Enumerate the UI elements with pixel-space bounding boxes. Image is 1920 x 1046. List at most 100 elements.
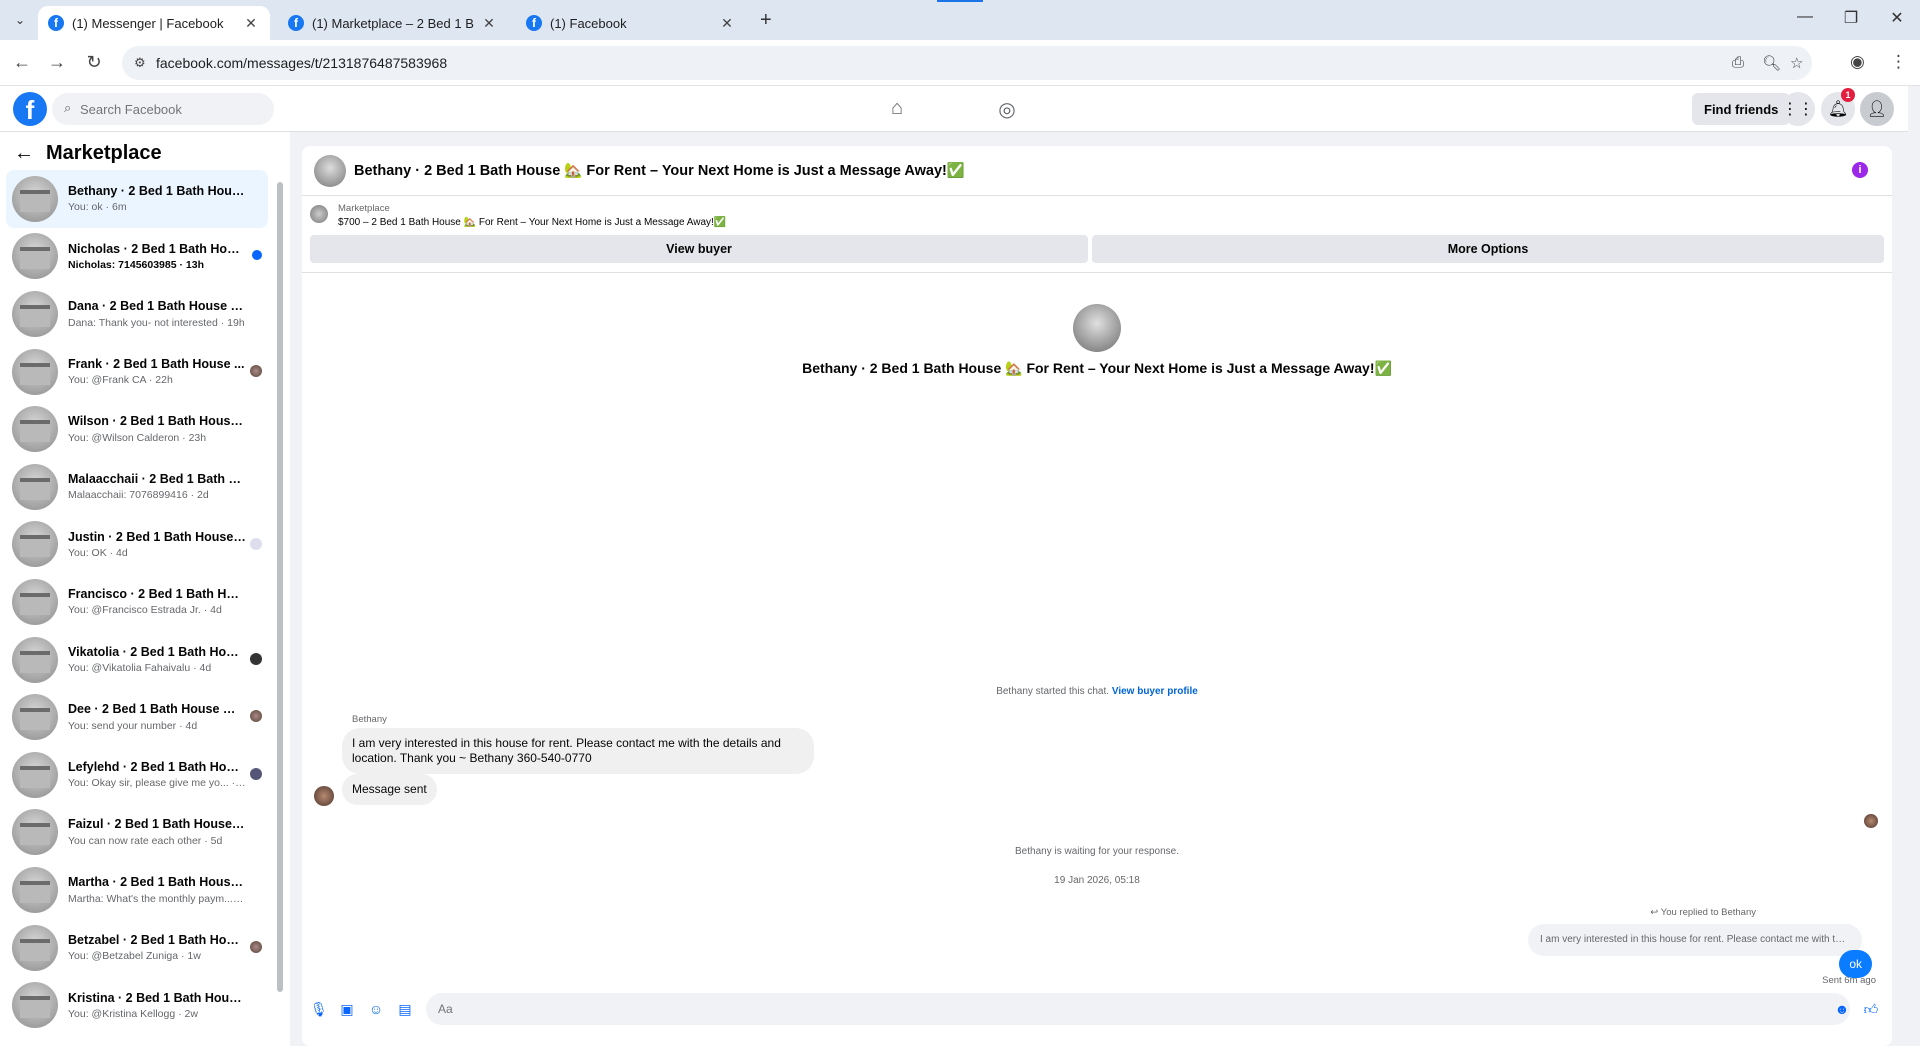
list-item[interactable]: Malaacchaii · 2 Bed 1 Bath Hous... Malaac… — [6, 458, 268, 516]
profile-icon[interactable]: ◉ — [1850, 52, 1865, 72]
conversation-name: Malaacchaii · 2 Bed 1 Bath Hous... — [68, 472, 246, 487]
listing-thumbnail — [12, 866, 58, 913]
list-item[interactable]: Vikatolia · 2 Bed 1 Bath Hous... You: @Vi… — [6, 631, 268, 689]
list-item[interactable]: Dee · 2 Bed 1 Bath House 🏡 ... You: send … — [6, 688, 268, 746]
browser-tab-messenger[interactable]: f (1) Messenger | Facebook ✕ — [38, 6, 270, 40]
search-input[interactable] — [80, 93, 270, 125]
view-buyer-profile-link[interactable]: View buyer profile — [1112, 686, 1198, 697]
outgoing-message[interactable]: ok — [1839, 950, 1872, 978]
seen-avatar — [250, 940, 262, 953]
list-item[interactable]: Bethany · 2 Bed 1 Bath House ... You: ok … — [6, 170, 268, 228]
list-item[interactable]: Francisco · 2 Bed 1 Bath House ... You: @… — [6, 573, 268, 631]
conversation-name: Bethany · 2 Bed 1 Bath House ... — [68, 184, 246, 199]
view-buyer-button[interactable]: View buyer — [310, 235, 1088, 263]
conversation-preview: You: Okay sir, please give me yo... · 4d — [68, 777, 246, 790]
conversation-name: Frank · 2 Bed 1 Bath House ... — [68, 357, 245, 372]
window-close-icon[interactable]: ✕ — [1882, 8, 1912, 28]
tab-title: (1) Messenger | Facebook — [72, 15, 224, 31]
message-timestamp: 19 Jan 2026, 05:18 — [1054, 875, 1140, 886]
intro-avatar — [1073, 304, 1121, 352]
minimize-icon[interactable]: — — [1790, 8, 1820, 26]
photo-icon[interactable]: ▣ — [339, 1001, 355, 1017]
conversation-name: Kristina · 2 Bed 1 Bath House ... — [68, 990, 246, 1005]
browser-menu-icon[interactable]: ⋮ — [1890, 52, 1907, 72]
tab-close-icon[interactable]: ✕ — [242, 15, 260, 32]
like-thumb-icon[interactable]: 👍︎ — [1863, 1001, 1879, 1017]
tab-close-icon[interactable]: ✕ — [718, 15, 736, 32]
list-item[interactable]: Frank · 2 Bed 1 Bath House ... You: @Fran… — [6, 343, 268, 401]
listing-source: Marketplace — [338, 203, 390, 214]
list-item[interactable]: Martha · 2 Bed 1 Bath House 🏡 ... Martha:… — [6, 861, 268, 919]
sender-name: Bethany — [352, 714, 387, 725]
restore-icon[interactable]: ❐ — [1836, 8, 1866, 28]
groups-icon[interactable]: ◎ — [995, 97, 1019, 122]
reload-icon[interactable]: ↻ — [82, 52, 106, 73]
list-item[interactable]: Lefylehd · 2 Bed 1 Bath House... You: Oka… — [6, 746, 268, 804]
sender-avatar[interactable] — [314, 786, 334, 806]
find-friends-button[interactable]: Find friends — [1692, 93, 1791, 125]
facebook-search[interactable]: ⌕ — [52, 93, 274, 125]
seen-avatar — [250, 710, 262, 723]
back-arrow-icon[interactable]: ← — [14, 142, 34, 165]
zoom-icon[interactable]: 🔍︎ — [1762, 54, 1781, 72]
conversation-preview: Nicholas: 7145603985 · 13h — [68, 258, 204, 271]
tab-list-chevron-icon[interactable]: ⌄ — [8, 8, 32, 32]
list-item[interactable]: Justin · 2 Bed 1 Bath House ... You: OK ·… — [6, 516, 268, 574]
incoming-message[interactable]: Message sent — [342, 774, 437, 805]
listing-thumbnail — [12, 233, 58, 280]
sticker-icon[interactable]: ☺ — [368, 1001, 384, 1017]
listing-thumbnail — [12, 406, 58, 453]
list-item[interactable]: Wilson · 2 Bed 1 Bath House 🏡 ... You: @W… — [6, 400, 268, 458]
list-item[interactable]: Faizul · 2 Bed 1 Bath House 🏡 F... You ca… — [6, 804, 268, 862]
browser-tab-marketplace[interactable]: f (1) Marketplace – 2 Bed 1 Bath ✕ — [278, 6, 508, 40]
conversation-preview: Martha: What's the monthly paym... · 5d — [68, 892, 246, 905]
listing-title[interactable]: $700 – 2 Bed 1 Bath House 🏡 For Rent – Y… — [338, 217, 726, 228]
install-app-icon[interactable]: ⎙ — [1732, 54, 1744, 71]
forward-arrow-icon[interactable]: → — [45, 52, 69, 73]
chat-avatar[interactable] — [314, 154, 346, 187]
new-tab-plus-icon[interactable]: + — [760, 9, 772, 32]
info-icon[interactable]: i — [1852, 162, 1868, 178]
microphone-icon[interactable]: 🎙︎ — [310, 1001, 328, 1017]
site-info-icon[interactable]: ⚙ — [134, 55, 146, 71]
conversation-preview: You: @Vikatolia Fahaivalu · 4d — [68, 662, 212, 675]
emoji-icon[interactable]: ☻ — [1834, 1001, 1850, 1017]
listing-thumbnail — [12, 463, 58, 510]
menu-grid-icon[interactable]: ⋮⋮ — [1781, 92, 1815, 126]
reply-quote[interactable]: I am very interested in this house for r… — [1528, 924, 1862, 956]
conversation-preview: Dana: Thank you- not interested · 19h — [68, 316, 245, 329]
listing-thumbnail — [12, 348, 58, 395]
account-avatar[interactable]: 👤︎ — [1860, 92, 1894, 126]
conversation-name: Martha · 2 Bed 1 Bath House 🏡 ... — [68, 874, 246, 889]
incoming-message[interactable]: I am very interested in this house for r… — [342, 728, 814, 774]
url-text: facebook.com/messages/t/2131876487583968 — [156, 55, 448, 71]
conversation-preview: You: send your number · 4d — [68, 720, 198, 733]
conversation-preview: You: @Wilson Calderon · 23h — [68, 432, 207, 445]
unread-dot-icon — [252, 249, 262, 260]
conversation-preview: You: @Betzabel Zuniga · 1w — [68, 950, 201, 963]
home-icon[interactable]: ⌂ — [885, 97, 909, 120]
facebook-logo-icon[interactable]: f — [13, 92, 47, 126]
list-item[interactable]: Dana · 2 Bed 1 Bath House 🏡 F... Dana: Th… — [6, 285, 268, 343]
address-bar[interactable]: ⚙ facebook.com/messages/t/21318764875839… — [122, 46, 1812, 80]
browser-tab-facebook[interactable]: f (1) Facebook ✕ — [516, 6, 746, 40]
list-item[interactable]: Nicholas · 2 Bed 1 Bath House... Nicholas… — [6, 228, 268, 286]
marketplace-sidebar: ← Marketplace Bethany · 2 Bed 1 Bath Hou… — [0, 132, 290, 1046]
list-item[interactable]: Betzabel · 2 Bed 1 Bath Hous... You: @Bet… — [6, 919, 268, 977]
listing-thumbnail — [12, 694, 58, 741]
list-item[interactable]: Kristina · 2 Bed 1 Bath House ... You: @K… — [6, 976, 268, 1034]
chat-panel: Bethany · 2 Bed 1 Bath House 🏡 For Rent … — [302, 146, 1892, 1046]
scrollbar-thumb[interactable] — [277, 182, 283, 992]
chat-title[interactable]: Bethany · 2 Bed 1 Bath House 🏡 For Rent … — [354, 162, 965, 179]
listing-thumbnail — [310, 205, 328, 223]
back-arrow-icon[interactable]: ← — [10, 52, 34, 73]
gif-icon[interactable]: ▤ — [397, 1001, 413, 1017]
tab-close-icon[interactable]: ✕ — [480, 15, 498, 32]
sidebar-scrollbar[interactable] — [276, 174, 284, 994]
facebook-favicon-icon: f — [288, 15, 304, 31]
sent-status: Sent 6m ago — [1822, 975, 1876, 986]
bookmark-star-icon[interactable]: ☆ — [1790, 54, 1803, 72]
more-options-button[interactable]: More Options — [1092, 235, 1884, 263]
message-input[interactable] — [426, 993, 1850, 1025]
conversation-preview: You: @Kristina Kellogg · 2w — [68, 1007, 198, 1020]
